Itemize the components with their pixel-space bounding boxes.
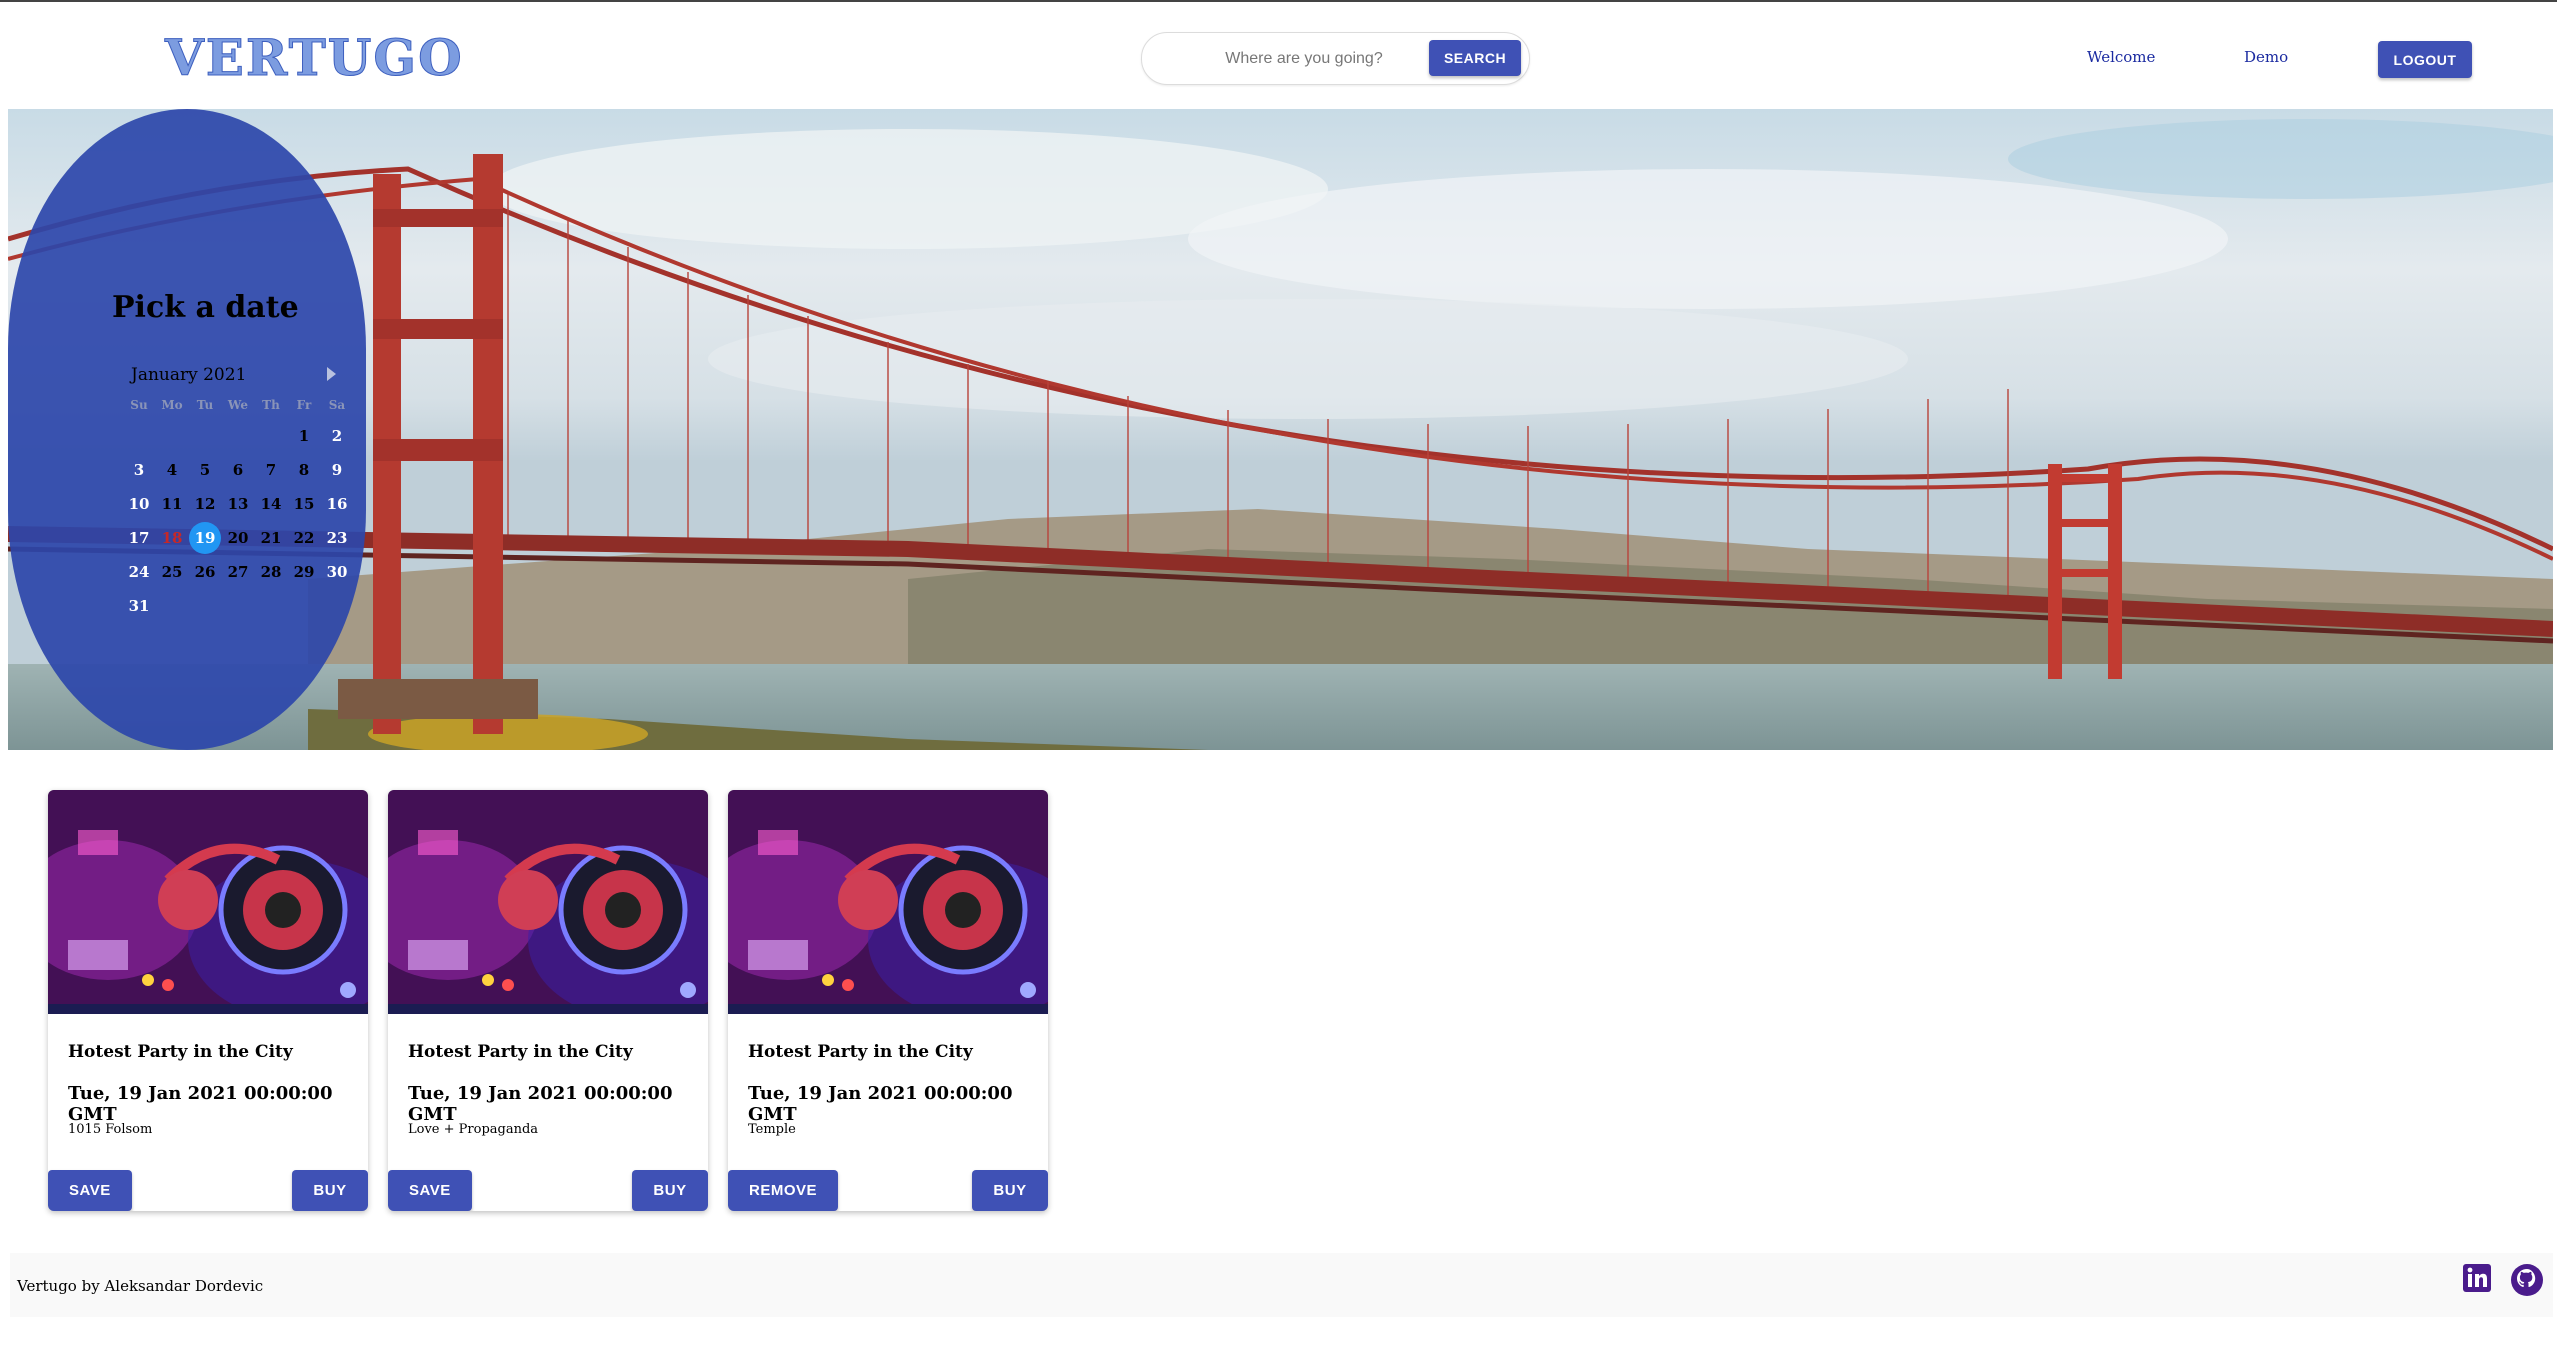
top-border bbox=[0, 0, 2557, 2]
event-title: Hotest Party in the City bbox=[748, 1042, 973, 1062]
vertugo-logo[interactable]: VERTUGO bbox=[165, 28, 464, 88]
calendar-day[interactable]: 14 bbox=[255, 488, 287, 520]
weekday-label: Su bbox=[130, 398, 148, 412]
event-venue: Temple bbox=[748, 1122, 796, 1137]
calendar-day[interactable]: 17 bbox=[123, 522, 155, 554]
event-image-dj-deck bbox=[388, 790, 708, 1020]
calendar-day[interactable]: 19 bbox=[189, 522, 221, 554]
footer: Vertugo by Aleksandar Dordevic bbox=[10, 1253, 2553, 1317]
remove-button[interactable]: REMOVE bbox=[728, 1170, 839, 1211]
buy-button[interactable]: BUY bbox=[972, 1170, 1048, 1211]
date-picker-title: Pick a date bbox=[112, 290, 299, 325]
calendar-day[interactable]: 2 bbox=[321, 420, 353, 452]
event-venue: Love + Propaganda bbox=[408, 1122, 539, 1137]
event-card: Hotest Party in the City Tue, 19 Jan 202… bbox=[48, 790, 368, 1211]
next-month-arrow-icon[interactable] bbox=[327, 367, 336, 381]
calendar-day[interactable]: 13 bbox=[222, 488, 254, 520]
search-button[interactable]: SEARCH bbox=[1429, 40, 1521, 76]
calendar-day[interactable]: 24 bbox=[123, 556, 155, 588]
save-button[interactable]: SAVE bbox=[388, 1170, 472, 1211]
calendar-day[interactable]: 3 bbox=[123, 454, 155, 486]
calendar-day[interactable]: 18 bbox=[156, 522, 188, 554]
buy-button[interactable]: BUY bbox=[292, 1170, 368, 1211]
save-button[interactable]: SAVE bbox=[48, 1170, 132, 1211]
nav-user-link[interactable]: Demo bbox=[2244, 48, 2288, 66]
calendar-day[interactable]: 6 bbox=[222, 454, 254, 486]
calendar-day[interactable]: 26 bbox=[189, 556, 221, 588]
event-title: Hotest Party in the City bbox=[68, 1042, 293, 1062]
event-card: Hotest Party in the City Tue, 19 Jan 202… bbox=[388, 790, 708, 1211]
logout-button[interactable]: LOGOUT bbox=[2378, 41, 2472, 78]
calendar-day[interactable]: 11 bbox=[156, 488, 188, 520]
calendar-day[interactable]: 20 bbox=[222, 522, 254, 554]
calendar-day[interactable]: 27 bbox=[222, 556, 254, 588]
event-date: Tue, 19 Jan 2021 00:00:00 GMT bbox=[68, 1083, 333, 1125]
calendar-day[interactable]: 21 bbox=[255, 522, 287, 554]
weekday-label: Fr bbox=[296, 398, 312, 412]
weekday-label: Mo bbox=[161, 398, 183, 412]
event-image-dj-deck bbox=[48, 790, 368, 1020]
calendar-day[interactable]: 31 bbox=[123, 590, 155, 622]
calendar-day[interactable]: 23 bbox=[321, 522, 353, 554]
calendar-day[interactable]: 5 bbox=[189, 454, 221, 486]
weekday-label: Tu bbox=[196, 398, 214, 412]
calendar-day[interactable]: 15 bbox=[288, 488, 320, 520]
calendar-day[interactable]: 28 bbox=[255, 556, 287, 588]
event-image-dj-deck bbox=[728, 790, 1048, 1020]
calendar-month-label: January 2021 bbox=[131, 365, 247, 385]
github-icon[interactable] bbox=[2510, 1263, 2544, 1297]
search-input[interactable] bbox=[1182, 39, 1426, 79]
event-date: Tue, 19 Jan 2021 00:00:00 GMT bbox=[408, 1083, 673, 1125]
calendar-day[interactable]: 25 bbox=[156, 556, 188, 588]
event-venue: 1015 Folsom bbox=[68, 1122, 153, 1137]
calendar-day[interactable]: 1 bbox=[288, 420, 320, 452]
calendar-day[interactable]: 30 bbox=[321, 556, 353, 588]
calendar-day[interactable]: 29 bbox=[288, 556, 320, 588]
calendar-day[interactable]: 10 bbox=[123, 488, 155, 520]
calendar-day[interactable]: 16 bbox=[321, 488, 353, 520]
event-date: Tue, 19 Jan 2021 00:00:00 GMT bbox=[748, 1083, 1013, 1125]
weekday-label: Sa bbox=[328, 398, 346, 412]
calendar-day[interactable]: 8 bbox=[288, 454, 320, 486]
buy-button[interactable]: BUY bbox=[632, 1170, 708, 1211]
search-bar: SEARCH bbox=[1141, 32, 1530, 85]
nav-welcome-link[interactable]: Welcome bbox=[2087, 48, 2155, 66]
weekday-label: We bbox=[227, 398, 249, 412]
footer-credit: Vertugo by Aleksandar Dordevic bbox=[17, 1277, 264, 1295]
event-title: Hotest Party in the City bbox=[408, 1042, 633, 1062]
weekday-label: Th bbox=[262, 398, 280, 412]
linkedin-icon[interactable] bbox=[2462, 1263, 2492, 1293]
calendar-day[interactable]: 22 bbox=[288, 522, 320, 554]
event-card: Hotest Party in the City Tue, 19 Jan 202… bbox=[728, 790, 1048, 1211]
calendar-day[interactable]: 4 bbox=[156, 454, 188, 486]
calendar-day[interactable]: 9 bbox=[321, 454, 353, 486]
calendar-day[interactable]: 7 bbox=[255, 454, 287, 486]
calendar-day[interactable]: 12 bbox=[189, 488, 221, 520]
hero-banner-image bbox=[8, 109, 2553, 750]
